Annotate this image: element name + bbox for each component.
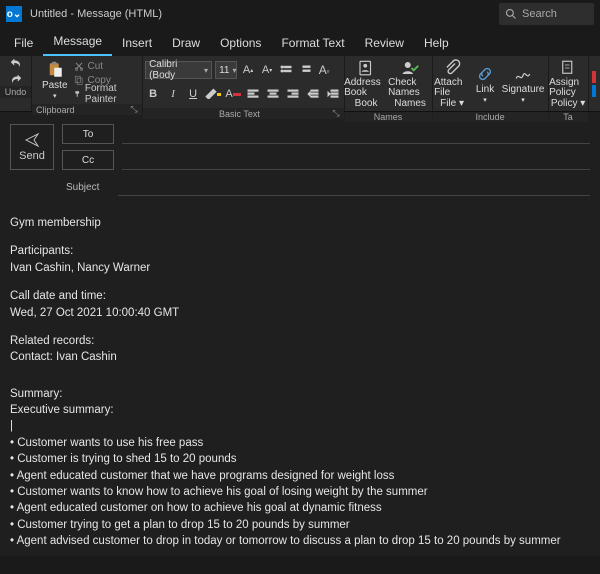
tab-review[interactable]: Review [355,31,414,56]
highlight-icon [205,87,217,99]
title-bar: o⌄ Untitled - Message (HTML) Search [0,0,600,28]
group-label-clipboard: Clipboard [36,105,75,115]
align-left-button[interactable] [245,86,261,102]
link-button[interactable]: Link ▾ [470,59,500,109]
cc-field[interactable] [122,150,590,170]
attach-file-button[interactable]: Attach File File ▾ [434,59,470,109]
bullet-item: • Customer is trying to shed 15 to 20 po… [10,452,590,466]
tab-insert[interactable]: Insert [112,31,162,56]
check-names-button[interactable]: Check Names Names [388,59,432,109]
ribbon: Undo Paste ▾ Cut Copy Format Painter Cli… [0,56,600,112]
bullet-item: • Customer wants to use his free pass [10,436,590,450]
cc-button[interactable]: Cc [62,150,114,170]
summary-header: Summary: [10,387,590,401]
send-icon [24,132,40,148]
window-title: Untitled - Message (HTML) [30,8,162,20]
address-book-button[interactable]: Address Book Book [344,59,388,109]
participants-line: Ivan Cashin, Nancy Warner [10,261,590,275]
numbering-button[interactable] [297,62,313,78]
subject-label: Subject [66,182,118,193]
exec-summary-line: Executive summary: [10,403,590,417]
tab-message[interactable]: Message [43,29,112,56]
bullet-item: • Agent advised customer to drop in toda… [10,534,590,548]
bullet-item: • Agent educated customer that we have p… [10,469,590,483]
menu-bar: File Message Insert Draw Options Format … [0,28,600,56]
highlight-button[interactable] [205,86,221,102]
subject-row: Subject [0,176,600,202]
tab-format-text[interactable]: Format Text [271,31,354,56]
address-book-icon [357,59,375,77]
tab-file[interactable]: File [4,31,43,56]
body-title: Gym membership [10,216,590,230]
undo-icon[interactable] [9,56,23,70]
check-names-icon [401,59,419,77]
search-placeholder: Search [522,8,557,20]
attach-icon [443,59,461,77]
group-label-names: Names [374,112,403,122]
tab-draw[interactable]: Draw [162,31,210,56]
bullet-item: • Customer trying to get a plan to drop … [10,518,590,532]
format-painter-icon [74,89,81,99]
calldate-header: Call date and time: [10,289,590,303]
link-icon [476,65,494,83]
grow-font-button[interactable]: A▴ [240,62,256,78]
bullet-item: • Customer wants to know how to achieve … [10,485,590,499]
cut-icon [74,61,84,71]
format-painter-button[interactable]: Format Painter [72,87,136,101]
calldate-line: Wed, 27 Oct 2021 10:00:40 GMT [10,306,590,320]
group-label-tags: Ta [563,112,573,122]
paste-icon [46,61,64,79]
search-icon [505,8,517,20]
send-button[interactable]: Send [10,124,54,170]
participants-header: Participants: [10,244,590,258]
bold-button[interactable]: B [145,86,161,102]
subject-field[interactable] [118,178,590,196]
cursor-line: | [10,419,590,433]
italic-button[interactable]: I [165,86,181,102]
font-color-button[interactable]: A [225,86,241,102]
styles-button[interactable]: Aₒ [316,62,332,78]
redo-icon[interactable] [9,72,23,86]
ribbon-overflow [589,56,600,111]
signature-button[interactable]: Signature ▾ [500,59,546,109]
search-box[interactable]: Search [499,3,594,25]
clipboard-launcher[interactable]: ⤡ [130,104,137,115]
bullets-button[interactable] [278,62,294,78]
to-button[interactable]: To [62,124,114,144]
group-label-include: Include [476,112,505,122]
related-header: Related records: [10,334,590,348]
group-label-basic-text: Basic Text [219,109,260,119]
related-line: Contact: Ivan Cashin [10,350,590,364]
underline-button[interactable]: U [185,86,201,102]
cut-button[interactable]: Cut [72,59,136,73]
assign-policy-button[interactable]: Assign Policy Policy ▾ [549,59,587,109]
assign-policy-icon [559,59,577,77]
paste-button[interactable]: Paste ▾ [38,59,72,101]
font-name-select[interactable]: Calibri (Body▾ [145,61,212,79]
bullet-item: • Agent educated customer on how to achi… [10,501,590,515]
shrink-font-button[interactable]: A▾ [259,62,275,78]
to-field[interactable] [122,124,590,144]
outlook-icon: o⌄ [6,6,22,22]
align-center-button[interactable] [265,86,281,102]
signature-icon [514,65,532,83]
decrease-indent-button[interactable] [305,86,321,102]
align-right-button[interactable] [285,86,301,102]
font-size-select[interactable]: 11▾ [215,61,237,79]
copy-icon [74,75,84,85]
tab-options[interactable]: Options [210,31,271,56]
group-label-undo: Undo [0,86,31,98]
tab-help[interactable]: Help [414,31,459,56]
message-body[interactable]: Gym membership Participants: Ivan Cashin… [0,202,600,556]
